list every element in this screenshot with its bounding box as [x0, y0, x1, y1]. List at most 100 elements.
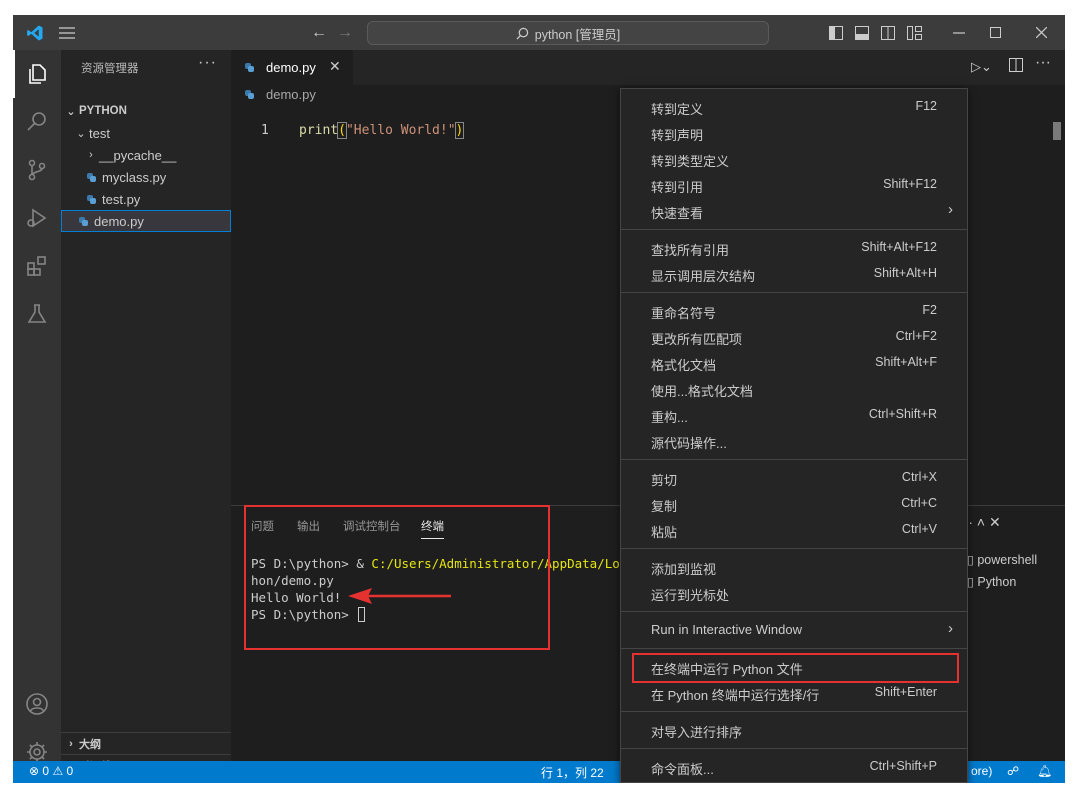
terminal-list-python[interactable]: ▯ Python [967, 574, 1016, 589]
tree-item-pycache[interactable]: › __pycache__ [61, 144, 231, 166]
code-paren-close: ) [454, 122, 465, 139]
menu-item[interactable]: 转到引用 Shift+F12 [621, 172, 967, 198]
menu-item-shortcut: Ctrl+Shift+P [869, 759, 937, 773]
chevron-right-icon: › [948, 620, 953, 637]
chevron-down-icon: ⌄ [66, 105, 76, 118]
menu-item[interactable]: 查找所有引用 Shift+Alt+F12 [621, 235, 967, 261]
menu-item[interactable]: 转到定义 F12 [621, 94, 967, 120]
terminal-list-label: powershell [977, 553, 1038, 567]
menu-item[interactable]: 命令面板... Ctrl+Shift+P [621, 754, 967, 780]
menu-item-shortcut: Ctrl+F2 [895, 329, 937, 343]
error-icon: ⊗ [29, 764, 40, 778]
menu-item[interactable]: 剪切 Ctrl+X [621, 465, 967, 491]
menu-item[interactable]: 添加到监视 [621, 554, 967, 580]
cursor-position[interactable]: 行 1，列 22 [541, 764, 604, 781]
customize-layout-icon[interactable] [905, 15, 923, 50]
toggle-secondary-sidebar-icon[interactable] [879, 15, 897, 50]
menu-item-shortcut: Shift+F12 [883, 177, 937, 191]
minimize-icon[interactable] [941, 15, 977, 50]
menu-item[interactable]: 转到类型定义 [621, 146, 967, 172]
code-line[interactable]: print("Hello World!") [299, 122, 465, 139]
explorer-icon[interactable] [13, 50, 61, 98]
toggle-panel-icon[interactable] [853, 15, 871, 50]
sidebar-more-icon[interactable]: ··· [198, 54, 217, 72]
terminal-highlight-box [244, 505, 550, 650]
menu-item[interactable]: 格式化文档 Shift+Alt+F [621, 350, 967, 376]
menu-separator [621, 229, 967, 230]
tree-item-myclass[interactable]: myclass.py [61, 166, 231, 188]
back-arrow-icon[interactable]: ← [309, 15, 329, 50]
vscode-logo-icon [19, 15, 51, 50]
menu-item-shortcut: Shift+Alt+F [875, 355, 937, 369]
menu-item[interactable]: 复制 Ctrl+C [621, 491, 967, 517]
window-title: python [管理员] [534, 27, 621, 42]
code-string: "Hello World!" [345, 123, 456, 138]
menu-item-label: 格式化文档 [651, 358, 717, 373]
code-function: print [299, 123, 339, 138]
menu-item-label: Run in Interactive Window [651, 622, 803, 637]
testing-flask-icon[interactable] [13, 290, 61, 338]
menu-item[interactable]: Run in Interactive Window › [621, 617, 967, 643]
forward-arrow-icon[interactable]: → [335, 15, 355, 50]
chevron-down-icon: ⌄ [76, 127, 86, 140]
maximize-icon[interactable] [977, 15, 1013, 50]
menu-item[interactable]: 在 Python 终端中运行选择/行 Shift+Enter [621, 680, 967, 706]
toggle-sidebar-icon[interactable] [827, 15, 845, 50]
run-play-icon[interactable]: ▷⌄ [971, 59, 992, 75]
menu-separator [621, 748, 967, 749]
menu-item[interactable]: 快速查看 › [621, 198, 967, 224]
menu-item-label: 转到声明 [651, 128, 704, 143]
terminal-list-powershell[interactable]: ▯ powershell [967, 552, 1037, 567]
notifications-bell-icon[interactable]: 🔔︎ [1037, 764, 1052, 778]
menu-item-label: 转到类型定义 [651, 154, 730, 169]
source-control-icon[interactable] [13, 146, 61, 194]
chevron-right-icon: › [89, 149, 93, 161]
menu-item-shortcut: Ctrl+X [901, 470, 937, 484]
menu-item[interactable]: 转到声明 [621, 120, 967, 146]
window-close-icon[interactable] [1023, 15, 1059, 50]
run-debug-icon[interactable] [13, 194, 61, 242]
command-center-search[interactable]: python [管理员] [367, 21, 769, 45]
extensions-icon[interactable] [13, 242, 61, 290]
menu-item[interactable]: 运行到光标处 [621, 580, 967, 606]
python-file-icon [79, 216, 88, 226]
tree-item-test[interactable]: ⌄ test [61, 122, 231, 144]
menu-icon[interactable] [55, 15, 79, 50]
tree-item-demo-py[interactable]: demo.py [61, 210, 231, 232]
account-icon[interactable] [13, 680, 61, 728]
python-file-icon [87, 172, 96, 182]
menu-item-shortcut: F2 [922, 303, 937, 317]
minimap-slider[interactable] [1053, 122, 1061, 140]
tree-item-label: __pycache__ [99, 147, 177, 163]
menu-item[interactable]: 粘贴 Ctrl+V [621, 517, 967, 543]
workspace-folder[interactable]: ⌄ PYTHON [61, 100, 231, 122]
breadcrumb[interactable]: demo.py [245, 87, 316, 102]
menu-item[interactable]: 显示调用层次结构 Shift+Alt+H [621, 261, 967, 287]
menu-item[interactable]: 重命名符号 F2 [621, 298, 967, 324]
feedback-icon[interactable]: ☍ [1007, 764, 1019, 778]
menu-item-label: 剪切 [651, 473, 678, 488]
menu-item-label: 源代码操作... [651, 436, 727, 451]
menu-item[interactable]: 源代码操作... [621, 428, 967, 454]
menu-item[interactable]: 使用...格式化文档 [621, 376, 967, 402]
search-icon[interactable] [13, 98, 61, 146]
problems-status[interactable]: ⊗ 0 ⚠ 0 [29, 764, 73, 778]
menu-item-label: 查找所有引用 [651, 243, 730, 258]
split-editor-icon[interactable] [1009, 58, 1023, 75]
explorer-sidebar: 资源管理器 ··· ⌄ PYTHON ⌄ test › __pycache__ … [61, 50, 231, 773]
outline-section[interactable]: › 大纲 [61, 732, 231, 754]
menu-item[interactable]: 更改所有匹配项 Ctrl+F2 [621, 324, 967, 350]
tab-close-icon[interactable]: ✕ [329, 58, 341, 75]
warning-icon: ⚠ [52, 764, 64, 778]
interpreter-status[interactable]: ore) [971, 764, 992, 778]
tree-item-test-py[interactable]: test.py [61, 188, 231, 210]
menu-item-shortcut: F12 [915, 99, 937, 113]
tree-item-label: demo.py [94, 213, 144, 229]
menu-separator [621, 611, 967, 612]
menu-item-shortcut: Ctrl+C [901, 496, 937, 510]
menu-item-label: 运行到光标处 [651, 588, 730, 603]
terminal-list-label: Python [977, 575, 1017, 589]
menu-item[interactable]: 重构... Ctrl+Shift+R [621, 402, 967, 428]
editor-more-icon[interactable]: ··· [1035, 54, 1051, 72]
menu-item[interactable]: 对导入进行排序 [621, 717, 967, 743]
